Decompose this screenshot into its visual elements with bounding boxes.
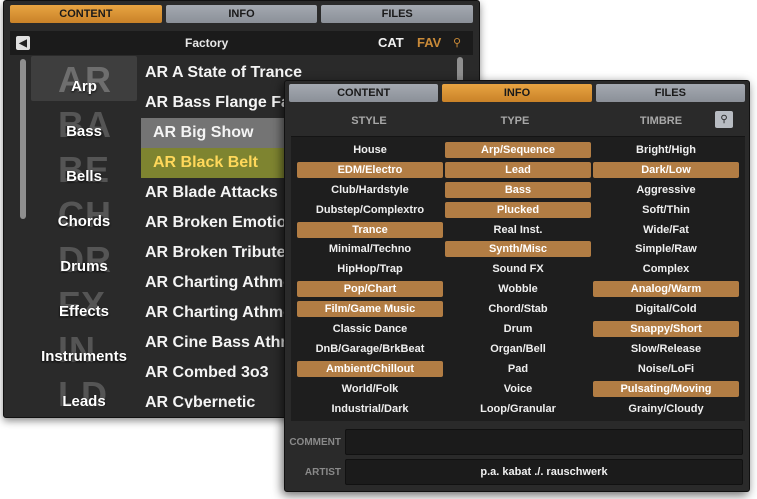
category-item[interactable]: DR Drums	[31, 236, 137, 281]
type-tag[interactable]: Voice	[445, 381, 591, 397]
category-item[interactable]: LD Leads	[31, 371, 137, 406]
style-tag[interactable]: World/Folk	[297, 381, 443, 397]
tab-info[interactable]: INFO	[165, 5, 318, 23]
style-tag[interactable]: Film/Game Music	[297, 301, 443, 318]
category-label: Instruments	[41, 348, 127, 365]
arrow-left-icon[interactable]: ◀	[16, 36, 30, 50]
category-label: Arp	[71, 78, 97, 95]
timbre-tag[interactable]: Complex	[593, 261, 739, 277]
search-icon[interactable]: ⚲	[715, 111, 733, 128]
tab-content[interactable]: CONTENT	[289, 84, 439, 102]
timbre-tag[interactable]: Analog/Warm	[593, 281, 739, 298]
timbre-tag-column: Bright/High Dark/Low Aggressive Soft/Thin Wi…	[593, 142, 739, 420]
type-tag[interactable]: Arp/Sequence	[445, 142, 591, 158]
info-panel: CONTENT INFO FILES STYLE TYPE TIMBRE ⚲ H…	[284, 80, 750, 492]
type-tag[interactable]: Drum	[445, 321, 591, 337]
type-tag[interactable]: Loop/Granular	[445, 401, 591, 417]
category-item[interactable]: IN Instruments	[31, 326, 137, 371]
category-item[interactable]: BE Bells	[31, 146, 137, 191]
tab-files[interactable]: FILES	[321, 5, 474, 23]
category-item[interactable]: FX Effects	[31, 281, 137, 326]
fav-button[interactable]: FAV	[417, 35, 441, 50]
style-tag[interactable]: Ambient/Chillout	[297, 360, 443, 377]
category-label: Leads	[62, 393, 106, 406]
type-tag[interactable]: Real Inst.	[445, 222, 591, 238]
timbre-column-header: TIMBRE	[639, 115, 683, 127]
tag-grid: House EDM/Electro Club/Hardstyle Dubstep/Co…	[291, 136, 745, 421]
browser-header: ◀ Factory CAT FAV ⚲	[10, 31, 473, 55]
timbre-tag[interactable]: Digital/Cold	[593, 301, 739, 317]
preset-item[interactable]: AR Black Belt	[141, 148, 301, 178]
comment-label: COMMENT	[289, 437, 341, 448]
category-item[interactable]: CH Chords	[31, 191, 137, 236]
category-item[interactable]: AR Arp	[31, 56, 137, 101]
type-tag[interactable]: Pad	[445, 361, 591, 377]
tab-files[interactable]: FILES	[595, 84, 745, 102]
search-icon[interactable]: ⚲	[453, 36, 461, 49]
category-item[interactable]: BA Bass	[31, 101, 137, 146]
style-tag[interactable]: Trance	[297, 221, 443, 238]
style-tag[interactable]: Pop/Chart	[297, 281, 443, 298]
timbre-tag[interactable]: Noise/LoFi	[593, 361, 739, 377]
type-tag[interactable]: Lead	[445, 161, 591, 178]
browser-tab-bar: CONTENT INFO FILES	[10, 5, 474, 23]
type-column-header: TYPE	[500, 115, 530, 127]
category-label: Chords	[57, 213, 111, 230]
style-tag[interactable]: DnB/Garage/BrkBeat	[297, 341, 443, 357]
category-scrollbar[interactable]	[20, 59, 26, 219]
tab-info[interactable]: INFO	[442, 84, 592, 102]
category-label: Bells	[66, 168, 102, 185]
style-column-header: STYLE	[351, 115, 387, 127]
style-tag[interactable]: House	[297, 142, 443, 158]
preset-item[interactable]: AR Big Show	[141, 118, 301, 148]
info-tab-bar: CONTENT INFO FILES	[289, 84, 745, 102]
style-tag[interactable]: Club/Hardstyle	[297, 182, 443, 198]
category-label: Effects	[58, 303, 110, 320]
comment-field[interactable]	[345, 429, 743, 455]
style-tag[interactable]: Industrial/Dark	[297, 401, 443, 417]
bank-title: Factory	[185, 36, 229, 50]
type-tag[interactable]: Chord/Stab	[445, 301, 591, 317]
type-tag-column: Arp/Sequence Lead Bass Plucked Real Inst. Syn…	[445, 142, 591, 420]
timbre-tag[interactable]: Bright/High	[593, 142, 739, 158]
timbre-tag[interactable]: Slow/Release	[593, 341, 739, 357]
type-tag[interactable]: Organ/Bell	[445, 341, 591, 357]
timbre-tag[interactable]: Simple/Raw	[593, 241, 739, 257]
timbre-tag[interactable]: Soft/Thin	[593, 202, 739, 218]
timbre-tag[interactable]: Wide/Fat	[593, 222, 739, 238]
timbre-tag[interactable]: Dark/Low	[593, 161, 739, 178]
style-tag-column: House EDM/Electro Club/Hardstyle Dubstep/Co…	[297, 142, 443, 420]
style-tag[interactable]: EDM/Electro	[297, 161, 443, 178]
type-tag[interactable]: Wobble	[445, 281, 591, 297]
timbre-tag[interactable]: Aggressive	[593, 182, 739, 198]
style-tag[interactable]: Minimal/Techno	[297, 241, 443, 257]
timbre-tag[interactable]: Grainy/Cloudy	[593, 401, 739, 417]
style-tag[interactable]: Classic Dance	[297, 321, 443, 337]
cat-button[interactable]: CAT	[378, 35, 404, 50]
category-label: Drums	[60, 258, 108, 275]
type-tag[interactable]: Bass	[445, 181, 591, 198]
style-tag[interactable]: Dubstep/Complextro	[297, 202, 443, 218]
type-tag[interactable]: Synth/Misc	[445, 241, 591, 258]
artist-label: ARTIST	[304, 467, 341, 478]
category-list: AR Arp BA Bass BE Bells CH Chords DR Drums FX Effec…	[31, 56, 137, 406]
type-tag[interactable]: Sound FX	[445, 261, 591, 277]
type-tag[interactable]: Plucked	[445, 201, 591, 218]
tab-content[interactable]: CONTENT	[10, 5, 162, 23]
timbre-tag[interactable]: Pulsating/Moving	[593, 380, 739, 397]
timbre-tag[interactable]: Snappy/Short	[593, 321, 739, 338]
category-label: Bass	[66, 123, 102, 140]
style-tag[interactable]: HipHop/Trap	[297, 261, 443, 277]
artist-field[interactable]: p.a. kabat ./. rauschwerk	[345, 459, 743, 485]
